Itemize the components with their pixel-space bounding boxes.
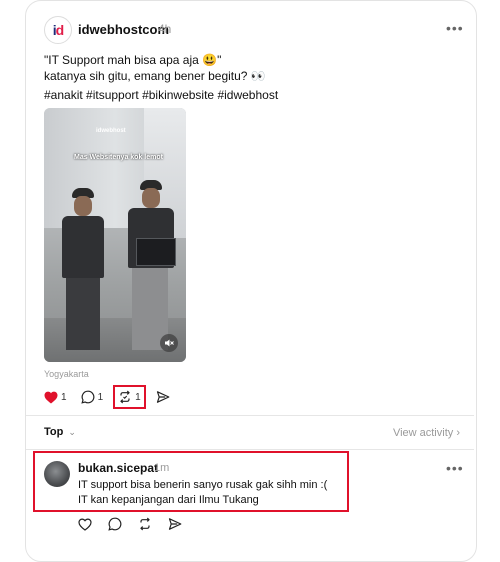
- post-hashtags[interactable]: #anakit #itsupport #bikinwebsite #idwebh…: [44, 88, 278, 102]
- post-location[interactable]: Yogyakarta: [44, 369, 89, 379]
- reply-repost-button[interactable]: [138, 515, 152, 533]
- reply-actions: [78, 515, 198, 533]
- divider: [26, 415, 474, 416]
- post-author-username[interactable]: idwebhostcom: [78, 22, 169, 37]
- chevron-right-icon: ›: [456, 427, 460, 439]
- post-timestamp: 4h: [158, 22, 172, 36]
- share-icon: [156, 391, 170, 403]
- view-activity-link[interactable]: View activity ›: [393, 427, 460, 439]
- replies-sort-dropdown[interactable]: Top ⌄: [44, 426, 76, 438]
- comment-icon: [108, 517, 122, 531]
- repost-icon: [140, 517, 150, 531]
- reply-share-button[interactable]: [168, 515, 182, 533]
- reply-timestamp: 1m: [154, 462, 170, 474]
- reply-text: IT support bisa benerin sanyo rusak gak …: [78, 479, 328, 506]
- sort-label: Top: [44, 426, 64, 438]
- repost-icon: [120, 390, 130, 404]
- post-author-avatar[interactable]: id: [44, 16, 72, 44]
- chevron-down-icon: ⌄: [68, 426, 76, 437]
- video-caption: Mas Websitenya kok lemot: [74, 154, 163, 161]
- mute-icon[interactable]: [160, 334, 178, 352]
- share-icon: [168, 518, 182, 530]
- heart-icon: [78, 517, 92, 531]
- divider: [26, 449, 474, 450]
- reply-comment-button[interactable]: [108, 515, 122, 533]
- person-left: [54, 188, 104, 353]
- reply-more-icon[interactable]: •••: [446, 460, 464, 476]
- person-right: [114, 180, 176, 355]
- share-button[interactable]: [156, 388, 170, 406]
- comment-icon: [80, 390, 94, 404]
- idwebhost-logo: id: [52, 22, 64, 38]
- heart-icon: [44, 391, 58, 403]
- comment-button[interactable]: 1: [80, 388, 104, 406]
- post-actions: 1 1 1: [44, 385, 184, 409]
- repost-button[interactable]: 1: [113, 385, 146, 409]
- post-video[interactable]: idwebhost Mas Websitenya kok lemot: [44, 108, 186, 362]
- post-text: "IT Support mah bisa apa aja 😃" katanya …: [44, 53, 266, 83]
- comment-count: 1: [97, 391, 104, 403]
- like-button[interactable]: 1: [44, 388, 67, 406]
- like-count: 1: [61, 391, 67, 403]
- reply-like-button[interactable]: [78, 515, 92, 533]
- repost-count: 1: [135, 391, 141, 403]
- reply-author-username[interactable]: bukan.sicepat: [78, 461, 158, 475]
- reply-author-avatar[interactable]: [44, 461, 70, 487]
- more-icon[interactable]: •••: [446, 20, 464, 36]
- view-activity-label: View activity: [392, 427, 454, 439]
- video-watermark: idwebhost: [96, 128, 126, 134]
